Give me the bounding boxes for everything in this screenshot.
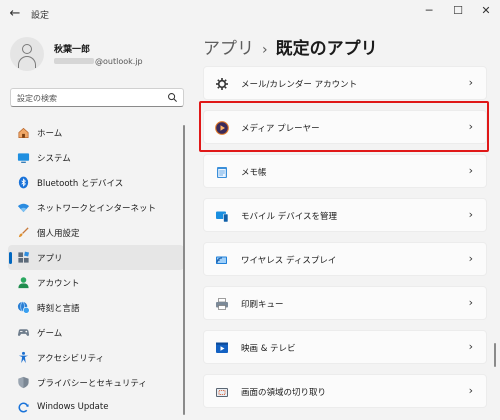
list-item-media-player[interactable]: メディア プレーヤー ›	[203, 110, 487, 144]
shield-icon	[18, 376, 29, 389]
account-icon	[18, 277, 29, 289]
list-item-label: 画面の領域の切り取り	[241, 388, 327, 398]
email-redaction	[54, 58, 94, 64]
back-arrow-icon[interactable]: ←	[6, 5, 24, 23]
chevron-right-icon: ›	[468, 296, 473, 309]
list-item-print-queue[interactable]: 印刷キュー ›	[203, 286, 487, 320]
breadcrumb-parent[interactable]: アプリ	[203, 39, 254, 59]
breadcrumb: アプリ › 既定のアプリ	[203, 34, 378, 59]
brush-icon	[18, 227, 29, 238]
content-scrollbar[interactable]	[494, 343, 496, 367]
sidebar-item-label: プライバシーとセキュリティ	[37, 379, 147, 389]
sidebar-item-home[interactable]: ホーム	[8, 120, 184, 145]
list-item-label: 映画 & テレビ	[241, 344, 296, 354]
sidebar-item-label: ゲーム	[37, 329, 63, 339]
list-item-mail-calendar[interactable]: メール/カレンダー アカウント ›	[203, 66, 487, 100]
chevron-right-icon: ›	[468, 76, 473, 89]
system-icon	[17, 153, 30, 163]
list-item-label: ワイヤレス ディスプレイ	[241, 256, 337, 266]
chevron-right-icon: ›	[468, 120, 473, 133]
gear-icon	[216, 78, 228, 90]
avatar-body-shape	[18, 56, 36, 68]
update-icon	[18, 402, 29, 413]
list-item-label: メモ帳	[241, 168, 267, 178]
title-bar: ← 設定 ─ ☐ ✕	[0, 0, 500, 30]
selection-indicator	[9, 252, 12, 264]
sidebar-item-bluetooth[interactable]: Bluetooth とデバイス	[8, 170, 184, 195]
chevron-right-icon: ›	[468, 208, 473, 221]
printer-icon	[216, 298, 228, 310]
sidebar-item-label: Bluetooth とデバイス	[37, 179, 124, 189]
list-item-label: メディア プレーヤー	[241, 124, 320, 134]
list-item-label: モバイル デバイスを管理	[241, 212, 337, 222]
sidebar-item-system[interactable]: システム	[8, 145, 184, 170]
media-player-icon	[215, 121, 229, 135]
sidebar-item-accessibility[interactable]: アクセシビリティ	[8, 345, 184, 370]
sidebar-item-label: ネットワークとインターネット	[37, 204, 157, 214]
accessibility-icon	[18, 351, 29, 364]
globe-clock-icon	[17, 301, 30, 314]
sidebar-item-label: アプリ	[37, 254, 63, 264]
sidebar-item-personalization[interactable]: 個人用設定	[8, 220, 184, 245]
sidebar-item-privacy[interactable]: プライバシーとセキュリティ	[8, 370, 184, 395]
sidebar-item-label: システム	[37, 154, 71, 164]
page-title: 既定のアプリ	[275, 39, 378, 59]
chevron-right-icon: ›	[468, 252, 473, 265]
sidebar-item-label: アカウント	[37, 279, 80, 289]
sidebar-item-label: 時刻と言語	[37, 304, 80, 314]
list-item-manage-mobile-devices[interactable]: モバイル デバイスを管理 ›	[203, 198, 487, 232]
notepad-icon	[217, 167, 227, 178]
apps-icon	[18, 251, 30, 263]
user-email-suffix: @outlook.jp	[95, 57, 143, 66]
sidebar-item-network[interactable]: ネットワークとインターネット	[8, 195, 184, 220]
minimize-button[interactable]: ─	[417, 2, 441, 20]
avatar-head-shape	[22, 44, 32, 54]
sidebar-item-gaming[interactable]: ゲーム	[8, 320, 184, 345]
list-item-notepad[interactable]: メモ帳 ›	[203, 154, 487, 188]
chevron-right-icon: ›	[468, 384, 473, 397]
search-input[interactable]	[17, 92, 167, 104]
gamepad-icon	[17, 329, 30, 336]
snipping-icon	[216, 388, 228, 397]
list-item-wireless-display[interactable]: ワイヤレス ディスプレイ ›	[203, 242, 487, 276]
list-item-label: メール/カレンダー アカウント	[241, 80, 358, 90]
sidebar-item-label: ホーム	[37, 129, 63, 139]
list-item-label: 印刷キュー	[241, 300, 284, 310]
sidebar-item-label: アクセシビリティ	[37, 354, 105, 364]
list-item-movies-tv[interactable]: 映画 & テレビ ›	[203, 330, 487, 364]
movies-tv-icon	[216, 342, 228, 353]
wifi-icon	[17, 203, 30, 213]
sidebar-nav: ホーム システム Bluetooth とデバイス ネットワークとインターネット …	[8, 120, 184, 420]
maximize-button[interactable]: ☐	[446, 2, 470, 20]
sidebar-item-apps[interactable]: アプリ	[8, 245, 184, 270]
user-name: 秋葉一郎	[54, 45, 91, 55]
user-email: @outlook.jp	[54, 57, 143, 66]
search-icon[interactable]	[167, 92, 178, 103]
chevron-right-icon: ›	[468, 164, 473, 177]
chevron-right-icon: ›	[468, 340, 473, 353]
list-item-snipping[interactable]: 画面の領域の切り取り ›	[203, 374, 487, 408]
sidebar-item-label: 個人用設定	[37, 229, 80, 239]
sidebar-scrollbar[interactable]	[183, 125, 185, 415]
mobile-devices-icon	[216, 211, 229, 223]
bluetooth-icon	[18, 176, 29, 189]
sidebar-item-label: Windows Update	[37, 402, 109, 412]
close-button[interactable]: ✕	[474, 2, 498, 20]
search-box[interactable]	[10, 88, 184, 107]
breadcrumb-separator: ›	[262, 42, 268, 58]
wireless-display-icon	[216, 256, 227, 264]
home-icon	[18, 127, 29, 138]
window-title: 設定	[31, 11, 50, 21]
sidebar-item-windows-update[interactable]: Windows Update	[8, 395, 184, 420]
sidebar-item-time-language[interactable]: 時刻と言語	[8, 295, 184, 320]
sidebar-item-accounts[interactable]: アカウント	[8, 270, 184, 295]
avatar[interactable]	[10, 37, 44, 71]
